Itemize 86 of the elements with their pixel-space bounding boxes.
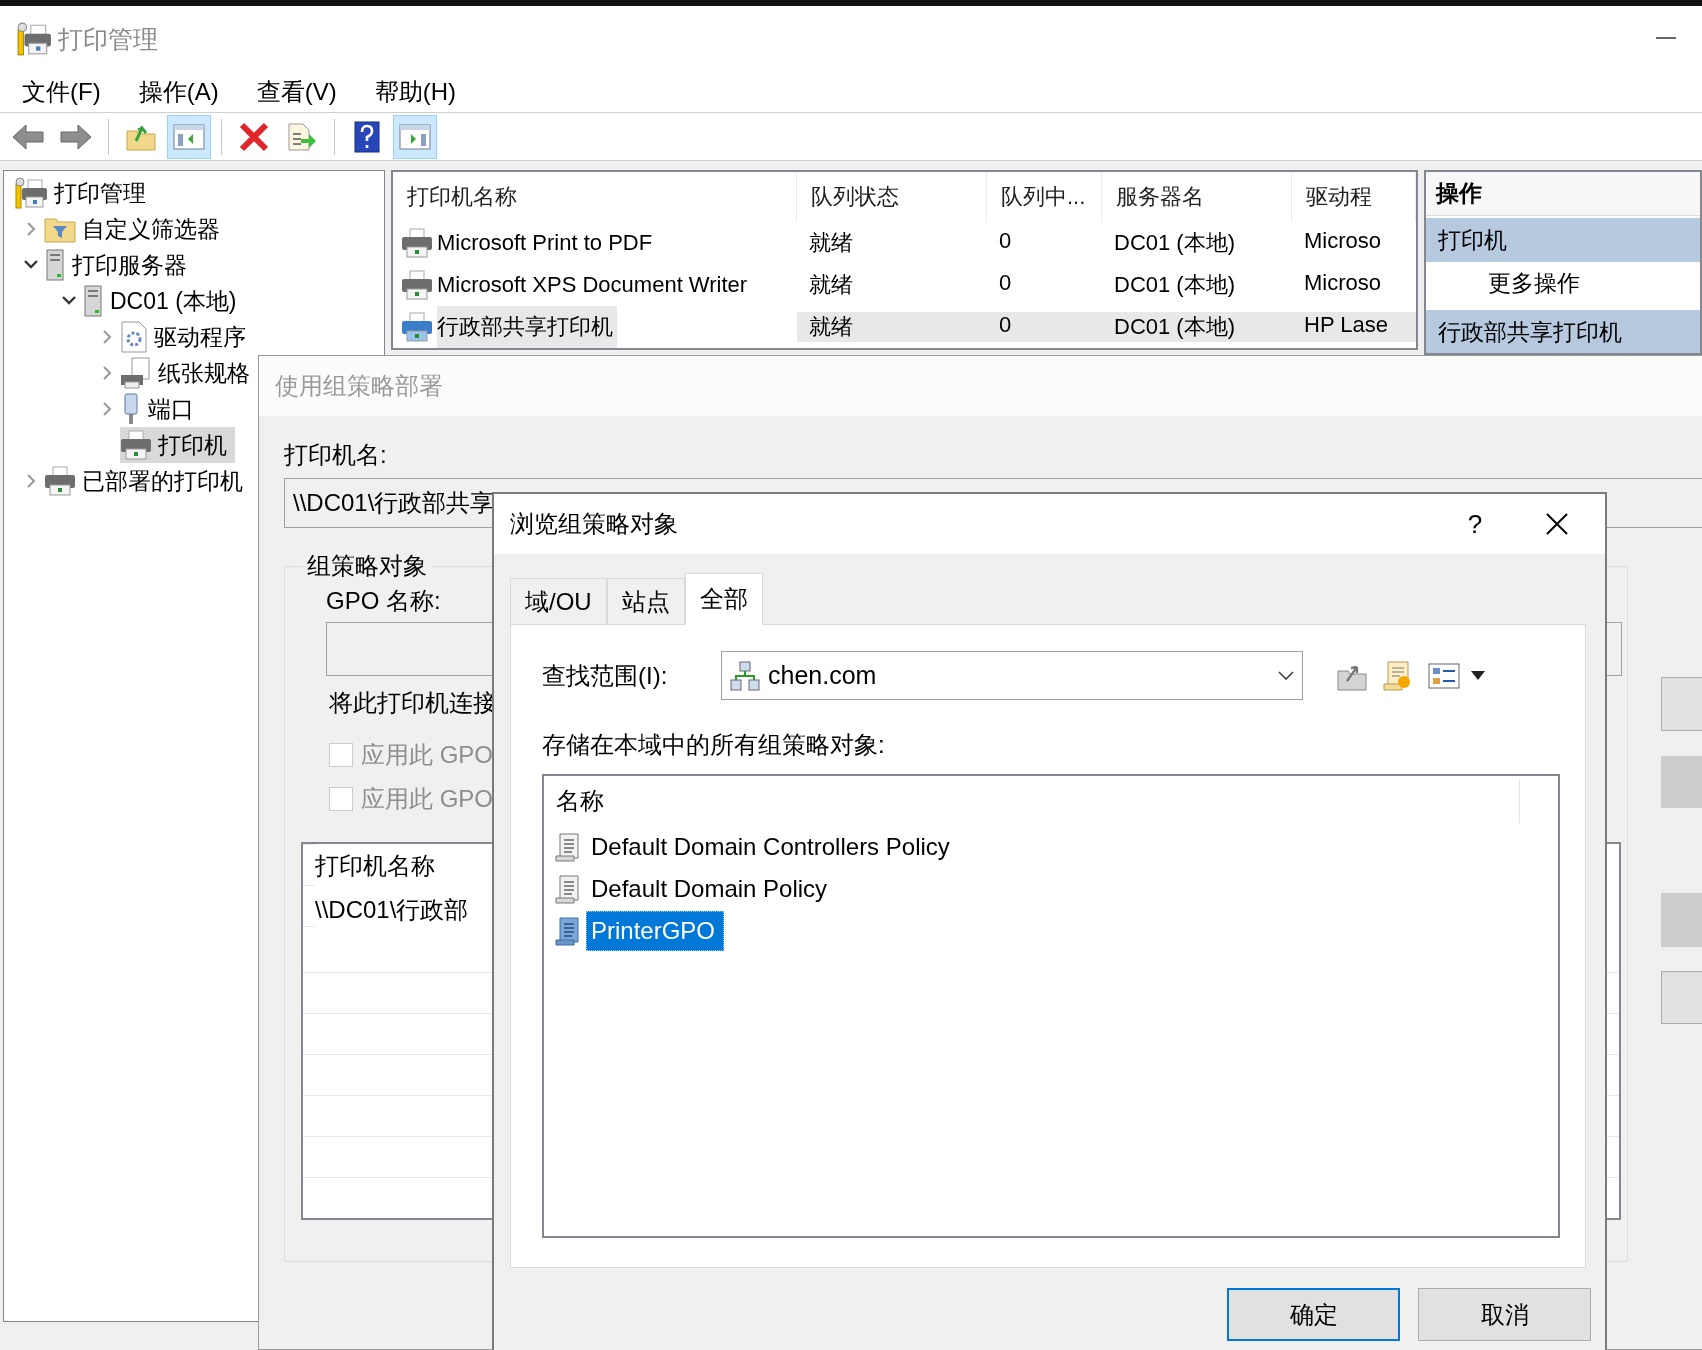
forward-arrow-icon (59, 122, 93, 151)
tree-item[interactable]: 打印机 (120, 427, 235, 463)
filter-folder-icon (44, 215, 76, 243)
list-item[interactable]: Default Domain Policy (586, 869, 837, 909)
column-header[interactable]: 队列状态 (797, 172, 987, 222)
printer-icon (14, 176, 48, 210)
table-cell-text: Microso (1303, 270, 1382, 296)
delete-icon (238, 120, 270, 153)
table-cell[interactable]: Microsoft XPS Document Writer (437, 264, 752, 306)
server-icon (44, 249, 66, 281)
dialog-button[interactable]: 取消 (1418, 1288, 1591, 1341)
field-label: 打印机名: (284, 440, 387, 470)
tree-item[interactable]: 已部署的打印机 (44, 463, 251, 499)
table-cell-text: 就绪 (808, 313, 854, 341)
checkbox-label: 应用此 GPO (361, 740, 493, 770)
chevron-down-icon (1278, 670, 1294, 681)
actions-section-header[interactable]: 行政部共享打印机 (1426, 310, 1700, 353)
column-header[interactable]: 队列中... (987, 172, 1102, 222)
action-link[interactable]: 更多操作 (1426, 262, 1700, 304)
table-cell-text: 就绪 (808, 271, 854, 299)
list-view-icon (1428, 662, 1460, 689)
dropdown-arrow-icon[interactable] (1471, 671, 1485, 680)
list-label: 存储在本域中的所有组策略对象: (542, 730, 885, 760)
tab[interactable]: 域/OU (510, 578, 607, 625)
tree-item[interactable]: 打印服务器 (44, 247, 195, 283)
look-in-dropdown[interactable]: chen.com (721, 651, 1303, 700)
scroll-document-icon (554, 832, 582, 862)
pane-toggle-icon (173, 122, 205, 151)
minimize-icon[interactable] (1656, 37, 1676, 41)
tab[interactable]: 站点 (606, 578, 685, 625)
server-icon (82, 285, 104, 317)
column-header[interactable]: 打印机名称 (393, 172, 797, 222)
tree-item[interactable]: DC01 (本地) (82, 283, 245, 319)
tree-item[interactable]: 驱动程序 (120, 319, 254, 355)
tree-item[interactable]: 自定义筛选器 (44, 211, 228, 247)
printer-icon (44, 466, 76, 496)
dialog-title: 使用组策略部署 (275, 371, 443, 401)
scroll-document-icon (554, 874, 582, 904)
column-header[interactable]: 打印机名称 (315, 850, 435, 882)
tab[interactable]: 全部 (684, 573, 763, 625)
tree-item[interactable]: 打印管理 (14, 175, 154, 211)
list-item[interactable]: \\DC01\行政部 (315, 894, 469, 926)
printer-icon (120, 430, 152, 460)
dialog-button[interactable]: 确定 (1227, 1288, 1400, 1341)
actions-header: 操作 (1426, 172, 1700, 216)
field-label: 查找范围(I): (542, 660, 669, 691)
actions-section-header[interactable]: 打印机 (1426, 218, 1700, 262)
export-list-icon (287, 121, 317, 152)
scroll-document-icon (554, 916, 582, 946)
table-cell-text: 0 (998, 312, 1013, 338)
table-cell[interactable]: 行政部共享打印机 (437, 306, 617, 348)
table-cell[interactable]: Microsoft Print to PDF (437, 222, 657, 264)
back-arrow-icon (11, 122, 45, 151)
column-header[interactable]: 服务器名 (1102, 172, 1292, 222)
list-item[interactable]: Default Domain Controllers Policy (586, 827, 959, 867)
table-cell-text: Microso (1303, 228, 1382, 254)
help-icon (354, 120, 380, 153)
paper-icon (120, 357, 152, 389)
pane-toggle-icon (399, 122, 431, 151)
group-title: 组策略对象 (306, 551, 428, 581)
menu-item[interactable]: 操作(A) (134, 76, 223, 108)
table-cell-text: 0 (998, 228, 1013, 254)
column-header[interactable]: 名称 (544, 779, 1520, 823)
printer-icon (16, 21, 52, 57)
window-title: 打印管理 (58, 23, 158, 55)
tree-item[interactable]: 纸张规格 (120, 355, 258, 391)
menu-item[interactable]: 查看(V) (252, 76, 341, 108)
domain-icon (730, 660, 760, 691)
help-button[interactable]: ? (1445, 501, 1505, 547)
folder-up-icon (126, 122, 156, 151)
column-header[interactable]: 驱动程 (1292, 172, 1416, 222)
tree-item[interactable]: 端口 (120, 391, 202, 427)
field-label: GPO 名称: (326, 586, 441, 616)
close-icon (1546, 513, 1568, 535)
table-cell-text: DC01 (本地) (1113, 229, 1236, 257)
checkbox-label: 应用此 GPO (361, 784, 493, 814)
table-cell-text: DC01 (本地) (1113, 271, 1236, 299)
table-cell-text: HP Lase (1303, 312, 1389, 338)
table-cell-text: DC01 (本地) (1113, 313, 1236, 341)
menu-item[interactable]: 文件(F) (18, 76, 105, 108)
table-cell-text: 就绪 (808, 229, 854, 257)
list-item[interactable]: PrinterGPO (586, 911, 725, 951)
dialog-title: 浏览组策略对象 (510, 509, 678, 539)
table-cell-text: 0 (998, 270, 1013, 296)
menu-item[interactable]: 帮助(H) (370, 76, 460, 108)
gear-document-icon (120, 321, 148, 353)
